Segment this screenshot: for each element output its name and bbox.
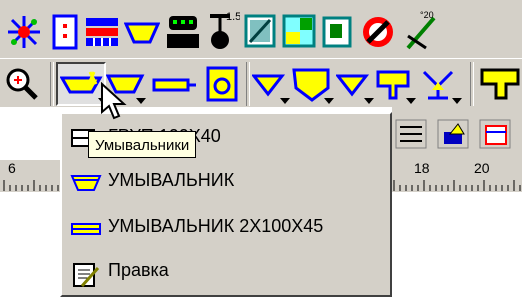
dropdown-arrow-icon[interactable] <box>364 98 374 104</box>
dropdown-arrow-icon[interactable] <box>280 98 290 104</box>
pipe-tool-icon[interactable]: °20 <box>402 8 442 52</box>
top-toolbar: 1.5 °20 <box>0 0 522 58</box>
shower-label: 1.5 <box>226 11 240 23</box>
svg-text:°20: °20 <box>420 10 434 20</box>
menu-item-label: УМЫВАЛЬНИК 2Х100Х45 <box>108 216 324 236</box>
shape-fill-icon[interactable] <box>436 118 470 150</box>
no-entry-icon[interactable] <box>360 14 396 50</box>
plan-icon[interactable] <box>322 14 354 48</box>
lines-icon[interactable] <box>394 118 428 150</box>
dropdown-arrow-icon[interactable] <box>324 98 334 104</box>
ruler-label: 18 <box>414 160 430 176</box>
dropdown-arrow-icon[interactable] <box>136 98 146 104</box>
double-washbasin-icon <box>71 223 101 235</box>
sink-icon[interactable] <box>124 16 160 48</box>
menu-item-edit[interactable]: Правка <box>66 254 386 290</box>
ruler-label: 20 <box>474 160 490 176</box>
tooltip: Умывальники <box>88 131 197 158</box>
toolbar-separator <box>246 62 250 106</box>
edit-icon <box>73 263 100 287</box>
mouse-cursor-icon <box>101 82 127 120</box>
menu-item-label: УМЫВАЛЬНИК <box>108 170 235 190</box>
menu-item-washbasin[interactable]: УМЫВАЛЬНИК <box>66 164 386 200</box>
bathtub-icon[interactable] <box>244 14 276 48</box>
menu-item-double-washbasin[interactable]: УМЫВАЛЬНИК 2Х100Х45 <box>66 210 386 246</box>
secondary-toolbar <box>392 106 522 160</box>
drain-box-icon[interactable] <box>204 64 240 104</box>
frame-icon[interactable] <box>478 118 512 150</box>
dropdown-arrow-icon[interactable] <box>406 98 416 104</box>
washbasin-icon <box>70 175 102 191</box>
radiator-icon[interactable] <box>84 14 120 50</box>
toolbar-separator <box>50 62 54 106</box>
zoom-icon[interactable] <box>4 66 40 102</box>
dropdown-arrow-icon[interactable] <box>452 98 462 104</box>
funnel-icon[interactable] <box>252 72 286 98</box>
pipe-line-icon[interactable] <box>152 72 198 98</box>
filter-icon[interactable] <box>336 72 370 98</box>
shield-drain-icon[interactable] <box>376 68 412 102</box>
shower-icon[interactable]: 1.5 <box>206 6 240 52</box>
sparkle-icon[interactable] <box>6 14 42 50</box>
floor-plan-icon[interactable] <box>282 14 316 48</box>
fixture-icon[interactable] <box>478 66 522 102</box>
ruler-label: 6 <box>8 160 16 176</box>
drain-trap-icon[interactable] <box>292 66 332 102</box>
menu-item-label: Правка <box>108 260 169 280</box>
toolbar-separator <box>470 62 474 106</box>
door-icon[interactable] <box>52 14 78 50</box>
toilet-icon[interactable] <box>165 14 201 50</box>
